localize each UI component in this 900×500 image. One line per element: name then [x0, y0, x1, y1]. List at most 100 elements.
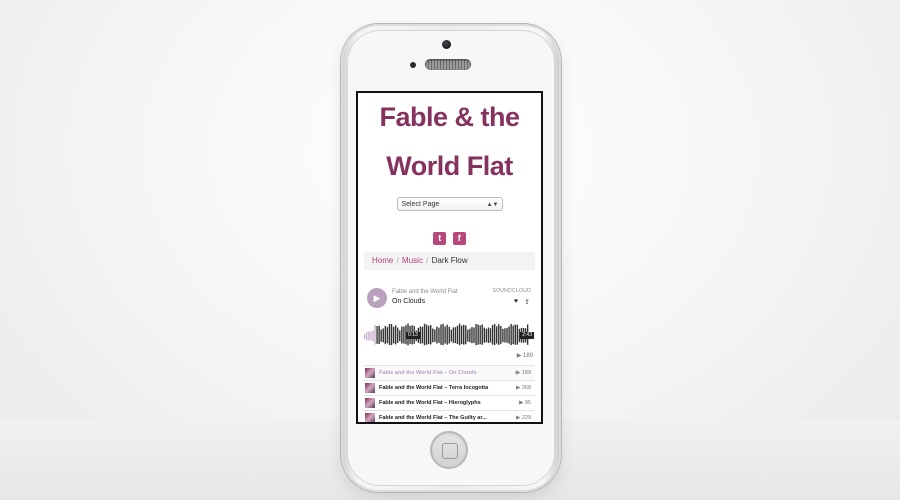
waveform-bar: [452, 327, 455, 343]
track-title[interactable]: Fable and the World Flat – Hieroglyphs: [379, 396, 481, 410]
track-play-count: ▶ 229: [516, 415, 531, 421]
heart-icon[interactable]: ♥: [514, 298, 518, 305]
site-title[interactable]: Fable & the World Flat: [358, 93, 541, 191]
waveform-bar: [491, 324, 494, 345]
time-total: 2:43: [520, 332, 534, 339]
track-row[interactable]: Fable and the World Flat – Terra Incogni…: [364, 380, 535, 395]
waveform-bar: [512, 325, 514, 345]
track-thumbnail: [365, 383, 375, 393]
waveform-bar: [502, 328, 504, 343]
player-artist[interactable]: Fable and the World Flat: [392, 289, 458, 295]
tracklist: Fable and the World Flat – On Clouds ▶ 18…: [364, 365, 535, 422]
waveform-bar: [473, 327, 475, 343]
waveform-bar: [469, 328, 471, 343]
waveform-bar: [427, 325, 430, 345]
breadcrumb-home-link[interactable]: Home: [372, 256, 393, 265]
page-select-value: Select Page: [401, 201, 440, 208]
waveform-bar: [487, 327, 490, 343]
player-track-title[interactable]: On Clouds: [392, 298, 425, 305]
waveform-bar: [450, 329, 453, 342]
track-title[interactable]: Fable and the World Flat – On Clouds: [379, 366, 477, 380]
track-play-count: ▶ 95: [519, 400, 531, 406]
waveform-bar: [483, 327, 486, 343]
waveform-bar: [380, 329, 382, 342]
waveform-bar: [436, 326, 438, 344]
play-button[interactable]: ▶: [367, 288, 387, 308]
waveform-bar: [456, 325, 459, 345]
site-title-line1: Fable & the: [379, 102, 520, 132]
waveform-bar: [440, 324, 442, 345]
phone-screen: Fable & the World Flat Select Page ▲▼ t …: [356, 91, 543, 424]
soundcloud-player: ▶ Fable and the World Flat On Clouds SOU…: [364, 284, 535, 362]
page-select[interactable]: Select Page ▲▼: [396, 197, 503, 211]
waveform-bar: [446, 324, 448, 345]
waveform-bar: [419, 326, 422, 344]
breadcrumb-separator: /: [396, 256, 399, 265]
waveform-bar: [425, 324, 428, 345]
waveform-bar: [504, 328, 506, 343]
speaker-icon: [425, 59, 471, 70]
waveform-bars: [364, 323, 529, 346]
sensor-icon: [410, 62, 416, 68]
track-title[interactable]: Fable and the World Flat – Terra Incogni…: [379, 381, 488, 395]
breadcrumb: Home / Music / Dark Flow: [364, 252, 535, 270]
track-thumbnail: [365, 368, 375, 378]
waveform-bar: [430, 325, 432, 345]
play-count: ▶ 189: [516, 353, 533, 359]
site-title-line2: World Flat: [386, 151, 513, 181]
waveform-bar: [463, 324, 465, 345]
waveform-bar: [444, 326, 446, 344]
track-row[interactable]: Fable and the World Flat – Hieroglyphs ▶ …: [364, 395, 535, 410]
waveform-bar: [394, 325, 397, 345]
waveform-bar: [489, 328, 492, 343]
waveform-bar: [438, 327, 440, 343]
waveform-bar: [498, 324, 500, 345]
waveform-bar: [516, 324, 519, 345]
track-row[interactable]: Fable and the World Flat – On Clouds ▶ 18…: [364, 365, 535, 380]
twitter-icon[interactable]: t: [433, 232, 447, 245]
waveform-bar: [479, 325, 481, 345]
waveform-bar: [372, 330, 374, 342]
waveform-bar: [460, 325, 463, 345]
soundcloud-logo-icon[interactable]: SOUNDCLOUD: [492, 288, 531, 294]
page-select-wrap: Select Page ▲▼: [358, 193, 541, 211]
waveform[interactable]: 0:13 2:43: [364, 316, 535, 350]
waveform-bar: [496, 326, 498, 344]
add-to-playlist-icon[interactable]: ⊕: [514, 366, 519, 380]
share-icon[interactable]: ⇪: [524, 298, 530, 306]
waveform-bar: [392, 326, 395, 344]
waveform-bar: [514, 324, 516, 345]
waveform-bar: [382, 328, 384, 343]
waveform-bar: [370, 331, 372, 341]
waveform-bar: [399, 330, 401, 342]
track-play-count: ▶ 268: [516, 385, 531, 391]
waveform-bar: [374, 324, 376, 345]
facebook-icon[interactable]: f: [452, 232, 466, 245]
waveform-bar: [458, 323, 461, 346]
waveform-bar: [477, 324, 479, 345]
waveform-bar: [364, 334, 366, 339]
waveform-bar: [448, 326, 450, 344]
waveform-bar: [376, 326, 378, 344]
waveform-bar: [510, 323, 512, 346]
breadcrumb-current: Dark Flow: [431, 256, 468, 265]
camera-icon: [442, 40, 451, 49]
breadcrumb-music-link[interactable]: Music: [402, 256, 423, 265]
waveform-bar: [442, 323, 444, 346]
waveform-bar: [500, 325, 502, 344]
waveform-bar: [508, 326, 510, 344]
waveform-bar: [423, 323, 426, 346]
track-thumbnail: [365, 413, 375, 422]
waveform-bar: [397, 327, 399, 343]
home-button[interactable]: [430, 431, 468, 469]
track-row[interactable]: Fable and the World Flat – The Guilty ar…: [364, 410, 535, 422]
track-title[interactable]: Fable and the World Flat – The Guilty ar…: [379, 411, 487, 422]
waveform-bar: [506, 327, 508, 343]
waveform-bar: [421, 326, 424, 344]
waveform-bar: [485, 328, 488, 343]
waveform-bar: [434, 329, 436, 342]
waveform-bar: [378, 325, 380, 344]
waveform-bar: [401, 326, 403, 344]
waveform-bar: [475, 324, 477, 346]
waveform-bar: [467, 329, 469, 342]
